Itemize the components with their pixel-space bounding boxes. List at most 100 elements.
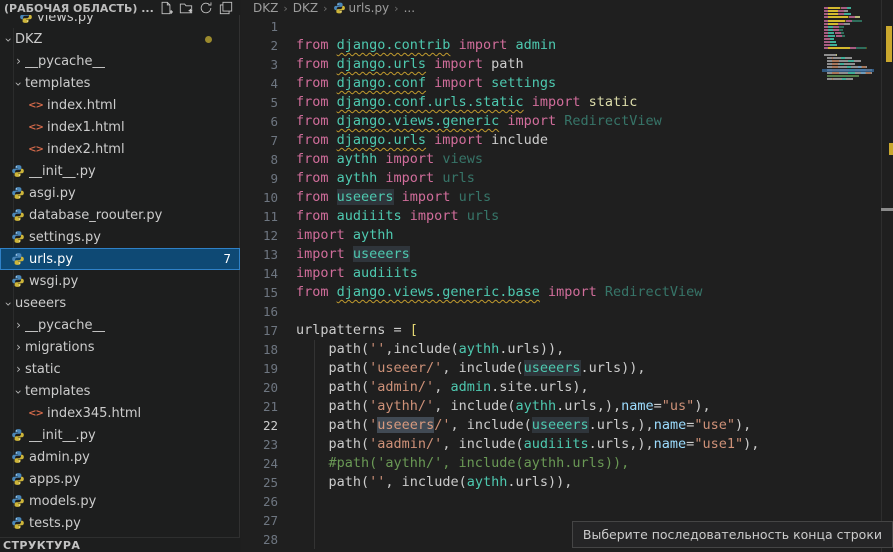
line-number: 20 bbox=[241, 378, 278, 397]
tree-item-wsgi-py[interactable]: wsgi.py bbox=[0, 270, 240, 292]
breadcrumb-separator-icon: › bbox=[283, 2, 287, 15]
tree-item-index345-html[interactable]: <>index345.html bbox=[0, 402, 240, 424]
warning-mark bbox=[889, 143, 893, 155]
tree-item-index2-html[interactable]: <>index2.html bbox=[0, 138, 240, 160]
minimap[interactable] bbox=[822, 0, 881, 552]
python-file-icon bbox=[10, 208, 25, 223]
breadcrumb-segment[interactable]: DKZ bbox=[293, 1, 318, 15]
html-file-icon: <> bbox=[28, 142, 43, 157]
code-line-26[interactable]: 26 bbox=[241, 492, 881, 511]
refresh-icon[interactable] bbox=[196, 1, 216, 15]
tree-item-useeers[interactable]: ›useeers bbox=[0, 292, 240, 314]
code-line-4[interactable]: 4from django.conf import settings bbox=[241, 74, 881, 93]
tree-item-label: tests.py bbox=[29, 516, 81, 531]
editor-pane: DKZ›DKZ›urls.py›... 12from django.contri… bbox=[241, 0, 893, 552]
code-line-16[interactable]: 16 bbox=[241, 302, 881, 321]
tree-item-static[interactable]: ›static bbox=[0, 358, 240, 380]
code-line-9[interactable]: 9from aythh import urls bbox=[241, 169, 881, 188]
line-number: 5 bbox=[241, 93, 278, 112]
code-line-19[interactable]: 19 path('useeer/', include(useeers.urls)… bbox=[241, 359, 881, 378]
tree-item-dkz[interactable]: ›DKZ bbox=[0, 28, 240, 50]
explorer-section-header[interactable]: (РАБОЧАЯ ОБЛАСТЬ) ... bbox=[0, 0, 240, 15]
tree-item-templates[interactable]: ›templates bbox=[0, 72, 240, 94]
indent-guide bbox=[314, 435, 315, 454]
cursor-mark bbox=[881, 208, 893, 211]
python-file-icon bbox=[333, 2, 346, 15]
tree-item-apps-py[interactable]: apps.py bbox=[0, 468, 240, 490]
line-number: 6 bbox=[241, 112, 278, 131]
breadcrumb-segment[interactable]: urls.py bbox=[349, 1, 390, 15]
breadcrumb: DKZ›DKZ›urls.py›... bbox=[241, 0, 893, 16]
code-line-15[interactable]: 15from django.views.generic.base import … bbox=[241, 283, 881, 302]
code-line-18[interactable]: 18 path('',include(aythh.urls)), bbox=[241, 340, 881, 359]
tree-item-label: index1.html bbox=[47, 120, 125, 135]
python-file-icon bbox=[10, 186, 25, 201]
tree-item-index1-html[interactable]: <> index1.html bbox=[0, 116, 240, 138]
line-number: 13 bbox=[241, 245, 278, 264]
tree-item-index-html[interactable]: <>index.html bbox=[0, 94, 240, 116]
breadcrumb-segment[interactable]: DKZ bbox=[253, 1, 278, 15]
line-number: 14 bbox=[241, 264, 278, 283]
tree-item-tests-py[interactable]: tests.py bbox=[0, 512, 240, 534]
tree-item-admin-py[interactable]: admin.py bbox=[0, 446, 240, 468]
code-line-10[interactable]: 10from useeers import urls bbox=[241, 188, 881, 207]
code-area[interactable]: 12from django.contrib import admin3from … bbox=[241, 17, 881, 549]
tree-item-label: admin.py bbox=[29, 450, 90, 465]
code-line-12[interactable]: 12import aythh bbox=[241, 226, 881, 245]
tree-item-models-py[interactable]: models.py bbox=[0, 490, 240, 512]
code-line-20[interactable]: 20 path('admin/', admin.site.urls), bbox=[241, 378, 881, 397]
line-number: 23 bbox=[241, 435, 278, 454]
code-line-24[interactable]: 24 #path('aythh/', include(aythh.urls)), bbox=[241, 454, 881, 473]
overview-ruler[interactable] bbox=[881, 0, 893, 552]
line-number: 25 bbox=[241, 473, 278, 492]
tree-item--pycache-[interactable]: ›__pycache__ bbox=[0, 314, 240, 336]
tree-item-label: templates bbox=[25, 76, 90, 91]
indent-guide bbox=[314, 454, 315, 473]
tree-item-settings-py[interactable]: settings.py bbox=[0, 226, 240, 248]
line-number: 22 bbox=[241, 416, 278, 435]
breadcrumb-segment[interactable]: ... bbox=[404, 1, 415, 15]
code-line-22[interactable]: 22 path('useeers/', include(useeers.urls… bbox=[241, 416, 881, 435]
code-line-23[interactable]: 23 path('aadmin/', include(audiiits.urls… bbox=[241, 435, 881, 454]
code-line-5[interactable]: 5from django.conf.urls.static import sta… bbox=[241, 93, 881, 112]
tree-item-label: __pycache__ bbox=[25, 318, 105, 333]
line-number: 28 bbox=[241, 530, 278, 549]
new-folder-icon[interactable] bbox=[176, 1, 196, 15]
code-line-8[interactable]: 8from aythh import views bbox=[241, 150, 881, 169]
code-line-13[interactable]: 13import useeers bbox=[241, 245, 881, 264]
line-number: 12 bbox=[241, 226, 278, 245]
new-file-icon[interactable] bbox=[156, 1, 176, 15]
tree-item--init-py[interactable]: __init__.py bbox=[0, 424, 240, 446]
code-line-14[interactable]: 14import audiiits bbox=[241, 264, 881, 283]
chevron-down-icon: › bbox=[12, 78, 26, 91]
tree-item-label: migrations bbox=[25, 340, 95, 355]
tree-item-asgi-py[interactable]: asgi.py bbox=[0, 182, 240, 204]
code-line-3[interactable]: 3from django.urls import path bbox=[241, 55, 881, 74]
line-number: 8 bbox=[241, 150, 278, 169]
code-line-25[interactable]: 25 path('', include(aythh.urls)), bbox=[241, 473, 881, 492]
indent-guide bbox=[314, 511, 315, 530]
collapse-folders-icon[interactable] bbox=[216, 1, 236, 15]
outline-section-header[interactable]: СТРУКТУРА bbox=[0, 537, 240, 552]
code-line-6[interactable]: 6from django.views.generic import Redire… bbox=[241, 112, 881, 131]
code-line-1[interactable]: 1 bbox=[241, 17, 881, 36]
code-line-7[interactable]: 7from django.urls import include bbox=[241, 131, 881, 150]
code-line-17[interactable]: 17urlpatterns = [ bbox=[241, 321, 881, 340]
python-file-icon bbox=[10, 230, 25, 245]
code-line-11[interactable]: 11from audiiits import urls bbox=[241, 207, 881, 226]
indent-guide bbox=[314, 530, 315, 549]
line-number: 26 bbox=[241, 492, 278, 511]
tree-item-migrations[interactable]: ›migrations bbox=[0, 336, 240, 358]
workspace-title: (РАБОЧАЯ ОБЛАСТЬ) ... bbox=[4, 2, 156, 15]
tree-item-database-roouter-py[interactable]: database_roouter.py bbox=[0, 204, 240, 226]
tree-item-label: static bbox=[25, 362, 61, 377]
tree-item-label: settings.py bbox=[29, 230, 101, 245]
html-file-icon: <> bbox=[28, 120, 43, 135]
code-line-2[interactable]: 2from django.contrib import admin bbox=[241, 36, 881, 55]
tree-item--pycache-[interactable]: ›__pycache__ bbox=[0, 50, 240, 72]
code-line-21[interactable]: 21 path('aythh/', include(aythh.urls,),n… bbox=[241, 397, 881, 416]
tree-item--init-py[interactable]: __init__.py bbox=[0, 160, 240, 182]
tree-item-urls-py[interactable]: urls.py7 bbox=[0, 248, 240, 270]
line-number: 4 bbox=[241, 74, 278, 93]
tree-item-templates[interactable]: ›templates bbox=[0, 380, 240, 402]
